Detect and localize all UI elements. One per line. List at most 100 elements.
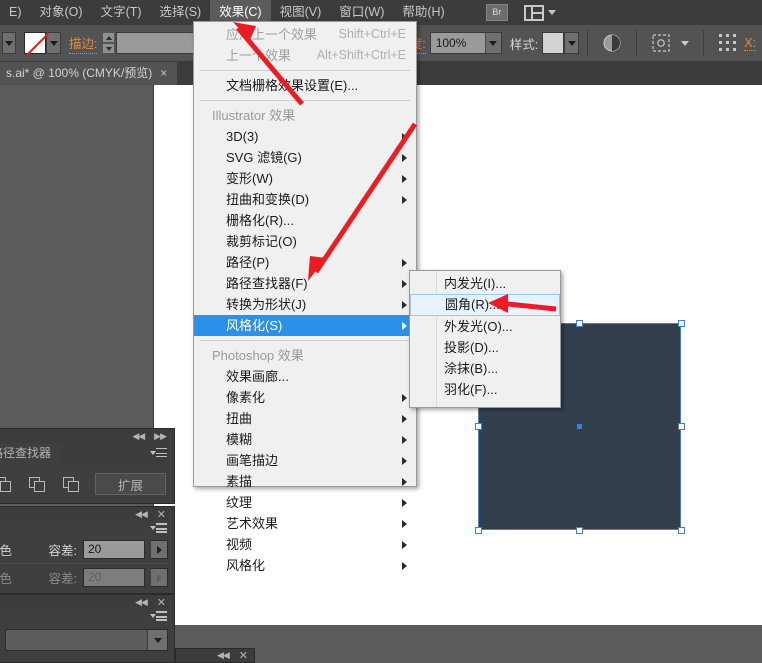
- tolerance-input[interactable]: 20: [83, 540, 145, 559]
- close-icon[interactable]: ×: [160, 62, 167, 85]
- pathfinder-collapse-bar[interactable]: ◀◀ ▶▶: [0, 429, 174, 443]
- menu-item-12[interactable]: 路径(P): [194, 252, 416, 273]
- panel-dock-strip[interactable]: ◀◀ ✕: [175, 648, 255, 663]
- menu-item-25[interactable]: 艺术效果: [194, 513, 416, 534]
- collapse-left-icon[interactable]: ◀◀: [135, 509, 147, 520]
- bottom-panel-collapse-bar[interactable]: ◀◀ ✕: [0, 595, 174, 609]
- pathfinder-intersect-button[interactable]: [61, 474, 81, 494]
- submenu-item-4[interactable]: 涂抹(B)...: [410, 358, 560, 379]
- menu-item-26[interactable]: 视频: [194, 534, 416, 555]
- selection-handle[interactable]: [576, 527, 583, 534]
- stroke-weight-up[interactable]: [102, 32, 115, 43]
- menu-item-label: 裁剪标记(O): [226, 234, 297, 249]
- submenu-item-3[interactable]: 投影(D)...: [410, 337, 560, 358]
- fill-swatch-dropdown[interactable]: [46, 32, 61, 54]
- menu-item-15[interactable]: 风格化(S): [194, 315, 416, 336]
- menu-item-9[interactable]: 扭曲和变换(D): [194, 189, 416, 210]
- style-swatch[interactable]: [542, 32, 564, 54]
- close-icon[interactable]: ✕: [239, 649, 248, 662]
- arrange-documents-button[interactable]: [524, 5, 556, 21]
- selection-handle[interactable]: [678, 320, 685, 327]
- chevron-down-icon: [154, 638, 162, 643]
- tolerance-input-2[interactable]: 20: [83, 568, 145, 587]
- align-icon[interactable]: [718, 33, 738, 53]
- chevron-down-icon: [548, 10, 556, 15]
- menu-item-21[interactable]: 模糊: [194, 429, 416, 450]
- menu-item-23[interactable]: 素描: [194, 471, 416, 492]
- collapse-left-icon[interactable]: ◀◀: [135, 597, 147, 608]
- menu-item-label: 变形(W): [226, 171, 273, 186]
- chevron-down-icon[interactable]: [681, 41, 689, 46]
- bridge-button[interactable]: Br: [486, 4, 508, 21]
- pathfinder-unite-button[interactable]: [0, 474, 13, 494]
- submenu-arrow-icon: [402, 541, 407, 549]
- collapse-left-icon[interactable]: ◀◀: [217, 650, 229, 661]
- menu-item-label: 画笔描边: [226, 453, 278, 468]
- selection-handle[interactable]: [678, 527, 685, 534]
- menu-item-24[interactable]: 纹理: [194, 492, 416, 513]
- opacity-combo[interactable]: 100%: [430, 32, 502, 54]
- menu-item-label: 栅格化(R)...: [226, 213, 294, 228]
- menu-item-27[interactable]: 风格化: [194, 555, 416, 576]
- panel-menu-icon[interactable]: [152, 611, 168, 623]
- fill-swatch[interactable]: [24, 32, 46, 54]
- opacity-icon[interactable]: [602, 33, 622, 53]
- selection-handle[interactable]: [678, 423, 685, 430]
- document-tab[interactable]: s.ai* @ 100% (CMYK/预览) ×: [0, 62, 177, 85]
- selection-handle[interactable]: [475, 423, 482, 430]
- menu-item-label: 风格化(S): [226, 318, 282, 333]
- menu-type[interactable]: 文字(T): [92, 0, 151, 25]
- submenu-arrow-icon: [402, 499, 407, 507]
- magic-wand-menu-row: [0, 521, 174, 537]
- stroke-weight-down[interactable]: [102, 43, 115, 54]
- submenu-item-2[interactable]: 外发光(O)...: [410, 316, 560, 337]
- menu-group-header: Illustrator 效果: [194, 105, 416, 126]
- menu-item-6[interactable]: 3D(3): [194, 126, 416, 147]
- expand-button[interactable]: 扩展: [95, 473, 166, 495]
- tab-pathfinder[interactable]: 路径查找器: [0, 443, 61, 464]
- submenu-item-0[interactable]: 内发光(I)...: [410, 273, 560, 294]
- menu-item-14[interactable]: 转换为形状(J): [194, 294, 416, 315]
- tolerance-stepper-2[interactable]: [151, 568, 168, 587]
- collapse-left-icon[interactable]: ◀◀: [132, 431, 144, 442]
- collapse-right-icon[interactable]: ▶▶: [154, 431, 166, 442]
- menu-item-7[interactable]: SVG 滤镜(G): [194, 147, 416, 168]
- menu-item-3[interactable]: 文档栅格效果设置(E)...: [194, 75, 416, 96]
- menu-item-11[interactable]: 裁剪标记(O): [194, 231, 416, 252]
- transform-icon[interactable]: [651, 33, 671, 53]
- fill-preset-dropdown[interactable]: [2, 32, 16, 54]
- menu-item-0[interactable]: 应用上一个效果Shift+Ctrl+E: [194, 24, 416, 45]
- submenu-item-1[interactable]: 圆角(R)...: [410, 294, 560, 316]
- pathfinder-minus-button[interactable]: [27, 474, 47, 494]
- tolerance-stepper[interactable]: [151, 540, 168, 559]
- menu-item-22[interactable]: 画笔描边: [194, 450, 416, 471]
- submenu-item-5[interactable]: 羽化(F)...: [410, 379, 560, 400]
- menu-item-13[interactable]: 路径查找器(F): [194, 273, 416, 294]
- submenu-arrow-icon: [402, 436, 407, 444]
- menu-item-10[interactable]: 栅格化(R)...: [194, 210, 416, 231]
- menu-item-20[interactable]: 扭曲: [194, 408, 416, 429]
- menu-item-8[interactable]: 变形(W): [194, 168, 416, 189]
- menu-object[interactable]: 对象(O): [31, 0, 92, 25]
- panel-menu-icon[interactable]: [152, 448, 168, 460]
- magic-wand-collapse-bar[interactable]: ◀◀ ✕: [0, 507, 174, 521]
- panel-menu-icon[interactable]: [152, 523, 168, 535]
- close-icon[interactable]: ✕: [157, 508, 166, 521]
- menu-item-1[interactable]: 上一个效果Alt+Shift+Ctrl+E: [194, 45, 416, 66]
- opacity-dropdown[interactable]: [485, 33, 501, 53]
- menu-item-label: 转换为形状(J): [226, 297, 306, 312]
- menu-separator: [200, 70, 410, 71]
- menu-item-19[interactable]: 像素化: [194, 387, 416, 408]
- close-icon[interactable]: ✕: [157, 596, 166, 609]
- caret-right-icon: [157, 574, 162, 582]
- style-dropdown[interactable]: [564, 32, 579, 54]
- type-dropdown[interactable]: [147, 630, 167, 650]
- stroke-weight-stepper[interactable]: [102, 32, 115, 54]
- menu-item-18[interactable]: 效果画廊...: [194, 366, 416, 387]
- menu-item-label: 应用上一个效果: [226, 27, 317, 42]
- type-combo[interactable]: [5, 629, 168, 651]
- selection-handle[interactable]: [576, 320, 583, 327]
- menu-item-label: Illustrator 效果: [212, 108, 295, 123]
- menu-edit[interactable]: E): [0, 0, 31, 25]
- selection-handle[interactable]: [475, 527, 482, 534]
